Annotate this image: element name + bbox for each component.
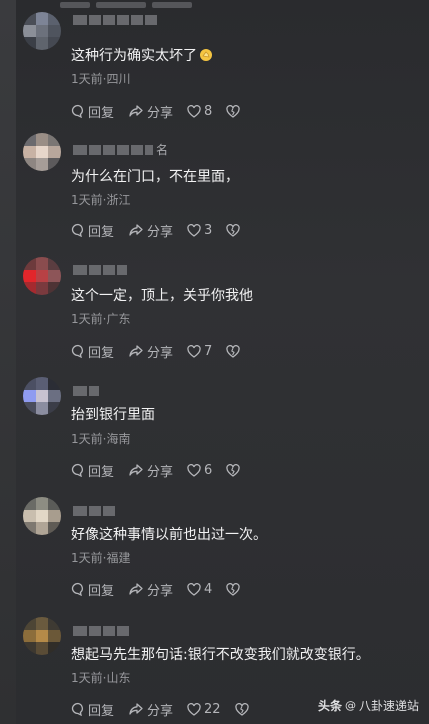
like-count: 7 [204,343,213,359]
broken-heart-icon [226,582,240,596]
reply-button[interactable]: 回复 [71,461,114,480]
share-arrow-icon [129,464,143,476]
share-button[interactable]: 分享 [128,221,173,240]
broken-heart-icon [226,104,240,118]
like-button[interactable]: 22 [187,702,221,717]
comment-meta: 1天前·广东 [71,312,131,326]
heart-icon [187,463,201,477]
dislike-button[interactable] [226,582,240,596]
broken-heart-icon [226,223,240,237]
reply-button[interactable]: 回复 [71,580,114,599]
comment-bubble-icon [71,582,83,596]
like-count: 4 [204,581,213,597]
comment-item: 名 为什么在门口，不在里面， 1天前·浙江 回复 分享 3 [0,120,429,240]
reply-button[interactable]: 回复 [71,700,114,719]
comment-meta: 1天前·海南 [71,432,131,446]
comment-bubble-icon [71,463,83,477]
username-blurred[interactable] [73,625,129,637]
like-button[interactable]: 4 [187,582,212,597]
comment-bubble-icon [71,223,83,237]
comment-bubble-icon [71,702,83,716]
avatar[interactable] [23,617,61,655]
like-count: 8 [204,103,213,119]
username-blurred[interactable]: 名 [73,144,168,156]
reply-button[interactable]: 回复 [71,221,114,240]
username-blurred[interactable] [73,385,99,397]
share-arrow-icon [129,105,143,117]
like-button[interactable]: 6 [187,463,212,478]
avatar[interactable] [23,133,61,171]
share-button[interactable]: 分享 [128,461,173,480]
like-count: 3 [204,222,213,238]
share-button[interactable]: 分享 [128,342,173,361]
comment-text: 抬到银行里面 [71,407,155,423]
comment-bubble-icon [71,104,83,118]
comment-text: 这个一定，顶上，关乎你我他 [71,288,253,304]
dislike-button[interactable] [226,104,240,118]
comment-text: 好像这种事情以前也出过一次。 [71,527,267,543]
reply-button[interactable]: 回复 [71,102,114,121]
like-button[interactable]: 3 [187,223,212,238]
watermark: 头条 @ 八卦速递站 [318,697,419,714]
heart-icon [187,104,201,118]
comment-bubble-icon [71,344,83,358]
avatar[interactable] [23,257,61,295]
comment-item: 这个一定，顶上，关乎你我他 1天前·广东 回复 分享 7 [0,240,429,361]
comment-item: 抬到银行里面 1天前·海南 回复 分享 6 [0,360,429,480]
broken-heart-icon [234,702,249,716]
dislike-button[interactable] [226,223,240,237]
username-blurred[interactable] [73,505,115,517]
heart-icon [187,582,201,596]
comment-meta: 1天前·浙江 [71,193,131,207]
like-count: 22 [204,701,221,717]
share-arrow-icon [129,224,143,236]
comment-text: 想起马先生那句话:银行不改变我们就改变银行。 [71,647,370,663]
comment-text: 这种行为确实太坏了 [71,47,213,65]
share-arrow-icon [129,583,143,595]
broken-heart-icon [226,344,240,358]
username-blurred[interactable] [73,14,157,26]
clap-emoji-icon [200,49,212,61]
share-arrow-icon [129,703,143,715]
watermark-brand: 头条 [317,699,342,713]
watermark-at: @ [344,699,356,712]
broken-heart-icon [226,463,240,477]
comment-text: 为什么在门口，不在里面， [71,169,239,185]
share-button[interactable]: 分享 [128,102,173,121]
comment-item: 这种行为确实太坏了 1天前·四川 回复 分享 8 [0,0,429,121]
like-button[interactable]: 8 [187,104,212,119]
watermark-account: 八卦速递站 [358,699,419,713]
share-button[interactable]: 分享 [128,700,173,719]
avatar[interactable] [23,497,61,535]
dislike-button[interactable] [226,463,240,477]
share-arrow-icon [129,345,143,357]
username-blurred[interactable] [73,264,127,276]
dislike-button[interactable] [226,344,240,358]
like-count: 6 [204,462,213,478]
share-button[interactable]: 分享 [128,580,173,599]
comment-item: 好像这种事情以前也出过一次。 1天前·福建 回复 分享 4 [0,480,429,600]
heart-icon [187,344,201,358]
comment-meta: 1天前·四川 [71,72,131,86]
like-button[interactable]: 7 [187,344,212,359]
reply-button[interactable]: 回复 [71,342,114,361]
avatar[interactable] [23,12,61,50]
heart-icon [187,223,201,237]
comment-meta: 1天前·福建 [71,551,131,565]
heart-icon [187,702,201,716]
dislike-button[interactable] [234,702,249,716]
avatar[interactable] [23,377,61,415]
comment-meta: 1天前·山东 [71,671,131,685]
